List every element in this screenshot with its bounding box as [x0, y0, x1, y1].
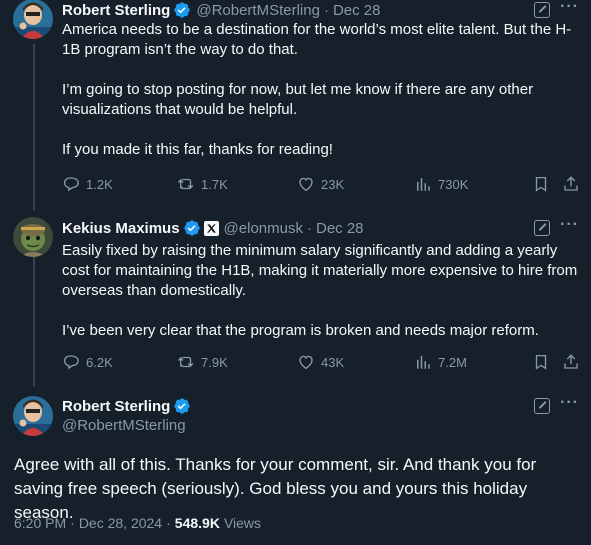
avatar[interactable]: [13, 396, 53, 436]
tweet-top-icons: ···: [534, 217, 579, 238]
grok-icon[interactable]: [534, 398, 551, 414]
main-tweet: Robert Sterling @RobertMSterling ··· Agr…: [0, 395, 591, 545]
tweet-paragraph: I’ve been very clear that the program is…: [62, 322, 539, 339]
views-button[interactable]: 730K: [414, 175, 468, 193]
tweet-paragraph: If you made it this far, thanks for read…: [62, 141, 333, 158]
like-count: 43K: [321, 354, 345, 370]
more-options-icon[interactable]: ···: [560, 395, 579, 411]
like-button[interactable]: 23K: [297, 175, 344, 193]
views-count: 7.2M: [438, 354, 467, 370]
tweet-paragraph: America needs to be a destination for th…: [62, 21, 572, 58]
views-label: Views: [223, 515, 262, 531]
views-chart-icon: [417, 178, 430, 191]
tweet-actions: 6.2K 7.9K 43K 7.2M: [62, 352, 582, 372]
tweet-actions: 1.2K 1.7K 23K 730K: [62, 174, 582, 194]
reply-icon: [63, 355, 79, 370]
grok-icon[interactable]: [534, 2, 551, 18]
tweet-top-icons: ···: [534, 395, 579, 416]
bookmark-button[interactable]: [532, 353, 550, 371]
tweet-top-icons: ···: [534, 0, 579, 20]
tweet-paragraph: I’m going to stop posting for now, but l…: [62, 81, 534, 118]
more-options-icon[interactable]: ···: [560, 0, 579, 15]
views-chart-icon: [417, 356, 430, 369]
author-handle[interactable]: @RobertMSterling: [62, 417, 186, 434]
tweet-date[interactable]: Dec 28: [316, 220, 364, 237]
reply-count: 1.2K: [86, 176, 113, 192]
more-options-icon[interactable]: ···: [560, 217, 579, 233]
author-handle[interactable]: @RobertMSterling: [196, 2, 320, 19]
tweet-meta: 6:20 PM · Dec 28, 2024 · 548.9K Views: [14, 515, 262, 531]
retweet-count: 1.7K: [201, 176, 228, 192]
author-name[interactable]: Kekius Maximus: [62, 220, 180, 237]
view-count: 548.9K: [174, 515, 220, 531]
bookmark-icon: [535, 354, 547, 370]
author-name[interactable]: Robert Sterling: [62, 398, 170, 415]
views-count: 730K: [438, 176, 469, 192]
retweet-button[interactable]: 1.7K: [177, 175, 228, 193]
tweet-time[interactable]: 6:20 PM: [14, 515, 66, 531]
author-name[interactable]: Robert Sterling: [62, 2, 170, 19]
reply-button[interactable]: 6.2K: [62, 353, 113, 371]
views-button[interactable]: 7.2M: [414, 353, 467, 371]
tweet[interactable]: Kekius Maximus @elonmusk · Dec 28 ··· Ea…: [0, 217, 591, 378]
retweet-button[interactable]: 7.9K: [177, 353, 228, 371]
bookmark-button[interactable]: [532, 175, 550, 193]
heart-icon: [299, 177, 313, 192]
tweet[interactable]: Robert Sterling @RobertMSterling · Dec 2…: [0, 0, 591, 200]
tweet-text: America needs to be a destination for th…: [62, 20, 582, 160]
grok-icon[interactable]: [534, 220, 551, 236]
reply-button[interactable]: 1.2K: [62, 175, 113, 193]
heart-icon: [299, 355, 313, 370]
share-button[interactable]: [562, 175, 580, 193]
share-icon: [564, 176, 578, 191]
tweet-paragraph: Easily fixed by raising the minimum sala…: [62, 242, 578, 299]
reply-count: 6.2K: [86, 354, 113, 370]
verified-badge-icon: [183, 219, 201, 237]
retweet-icon: [177, 356, 194, 368]
verified-badge-icon: [173, 397, 191, 415]
like-count: 23K: [321, 176, 345, 192]
retweet-icon: [177, 178, 194, 190]
reply-icon: [63, 177, 79, 192]
like-button[interactable]: 43K: [297, 353, 344, 371]
avatar[interactable]: [13, 217, 53, 257]
tweet-header: Kekius Maximus @elonmusk · Dec 28: [62, 219, 364, 237]
bookmark-icon: [535, 176, 547, 192]
author-name-row: Robert Sterling: [62, 396, 191, 416]
share-button[interactable]: [562, 353, 580, 371]
tweet-full-date[interactable]: Dec 28, 2024: [79, 515, 162, 531]
verified-badge-icon: [173, 1, 191, 19]
tweet-header: Robert Sterling @RobertMSterling · Dec 2…: [62, 1, 381, 19]
author-handle[interactable]: @elonmusk: [224, 220, 303, 237]
retweet-count: 7.9K: [201, 354, 228, 370]
tweet-text: Easily fixed by raising the minimum sala…: [62, 241, 582, 341]
avatar[interactable]: [13, 0, 53, 39]
x-affiliate-badge-icon: [203, 220, 219, 236]
share-icon: [564, 354, 578, 369]
tweet-date[interactable]: Dec 28: [333, 2, 381, 19]
